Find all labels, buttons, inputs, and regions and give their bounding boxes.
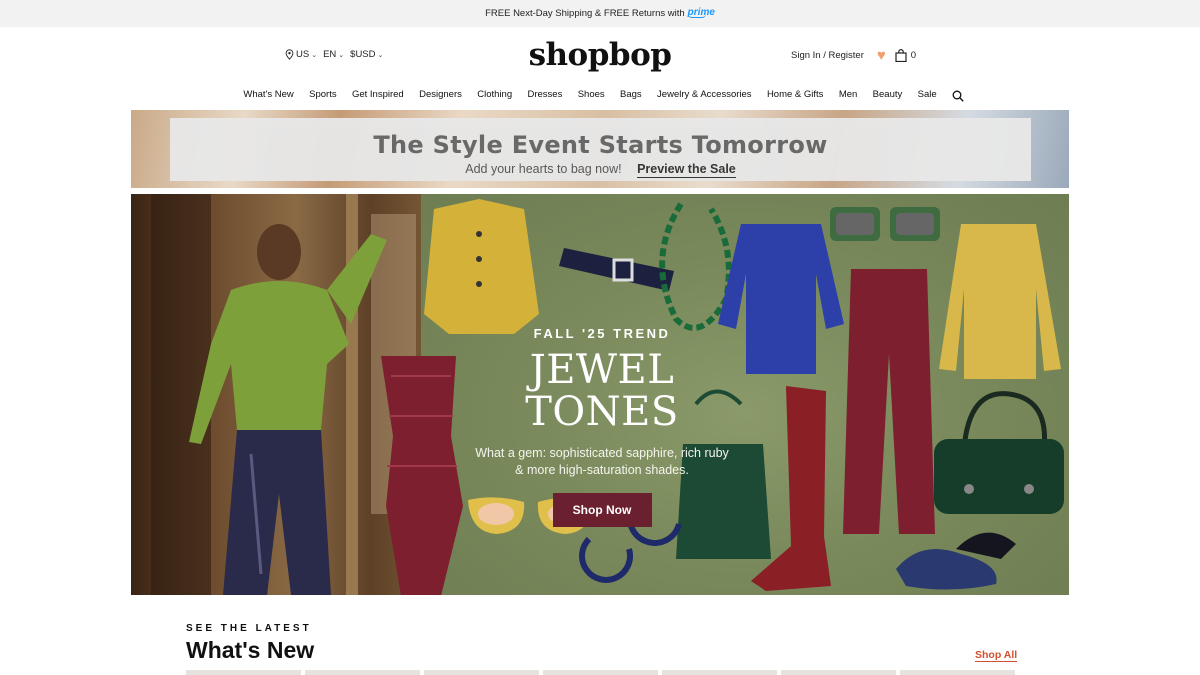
product-tile[interactable] <box>900 670 1015 675</box>
style-event-banner[interactable]: The Style Event Starts Tomorrow Add your… <box>131 110 1069 188</box>
section-title: What's New <box>186 637 315 663</box>
promo-bar[interactable]: FREE Next-Day Shipping & FREE Returns wi… <box>0 0 1200 27</box>
hero-content: FALL '25 TREND JEWEL TONES What a gem: s… <box>471 326 733 527</box>
site-logo[interactable]: shopbop <box>0 37 1200 73</box>
hero-description: What a gem: sophisticated sapphire, rich… <box>475 446 729 477</box>
nav-beauty[interactable]: Beauty <box>865 89 910 102</box>
green-handbag-image <box>934 391 1064 514</box>
nav-designers[interactable]: Designers <box>411 89 469 102</box>
flats-image <box>896 532 1016 590</box>
nav-sports[interactable]: Sports <box>301 89 344 102</box>
signin-link[interactable]: Sign In / Register <box>791 50 864 61</box>
product-tile[interactable] <box>305 670 420 675</box>
nav-men[interactable]: Men <box>831 89 865 102</box>
product-tile[interactable] <box>662 670 777 675</box>
nav-get-inspired[interactable]: Get Inspired <box>344 89 411 102</box>
product-tile[interactable] <box>186 670 301 675</box>
search-icon[interactable] <box>952 90 965 102</box>
section-kicker: SEE THE LATEST <box>186 623 312 634</box>
nav-bags[interactable]: Bags <box>612 89 649 102</box>
shop-all-link[interactable]: Shop All <box>975 649 1018 662</box>
nav-clothing[interactable]: Clothing <box>470 89 520 102</box>
lace-dress-image <box>381 356 463 595</box>
nav-jewelry-accessories[interactable]: Jewelry & Accessories <box>649 89 759 102</box>
prime-logo: prime <box>687 7 715 18</box>
nav-shoes[interactable]: Shoes <box>570 89 612 102</box>
hero-kicker: FALL '25 TREND <box>533 326 671 341</box>
event-title: The Style Event Starts Tomorrow <box>373 131 828 159</box>
yellow-sweater-image <box>939 224 1061 379</box>
product-carousel <box>186 670 1015 675</box>
cart-count: 0 <box>910 50 917 61</box>
hero-title: JEWEL TONES <box>525 347 679 435</box>
event-panel: The Style Event Starts Tomorrow Add your… <box>170 118 1031 181</box>
promo-text: FREE Next-Day Shipping & FREE Returns wi… <box>485 8 685 19</box>
shop-now-button[interactable]: Shop Now <box>552 493 652 527</box>
red-trousers-image <box>843 269 935 534</box>
heart-icon[interactable]: ♥ <box>877 48 886 63</box>
shopping-bag-icon <box>895 49 907 62</box>
hero-banner[interactable]: FALL '25 TREND JEWEL TONES What a gem: s… <box>131 194 1069 595</box>
nav-dresses[interactable]: Dresses <box>520 89 570 102</box>
nav-home-gifts[interactable]: Home & Gifts <box>759 89 831 102</box>
nav-whats-new[interactable]: What's New <box>236 89 302 102</box>
preview-sale-link[interactable]: Preview the Sale <box>637 162 736 178</box>
product-tile[interactable] <box>543 670 658 675</box>
event-subtitle: Add your hearts to bag now! Preview the … <box>465 162 736 178</box>
account-area: Sign In / Register ♥ 0 <box>791 48 916 63</box>
main-nav: What's New Sports Get Inspired Designers… <box>0 89 1200 102</box>
nav-sale[interactable]: Sale <box>910 89 944 102</box>
product-tile[interactable] <box>781 670 896 675</box>
jacket-image <box>424 199 539 334</box>
product-tile[interactable] <box>424 670 539 675</box>
cart-button[interactable]: 0 <box>895 49 916 62</box>
green-sunglasses-image <box>830 207 940 241</box>
